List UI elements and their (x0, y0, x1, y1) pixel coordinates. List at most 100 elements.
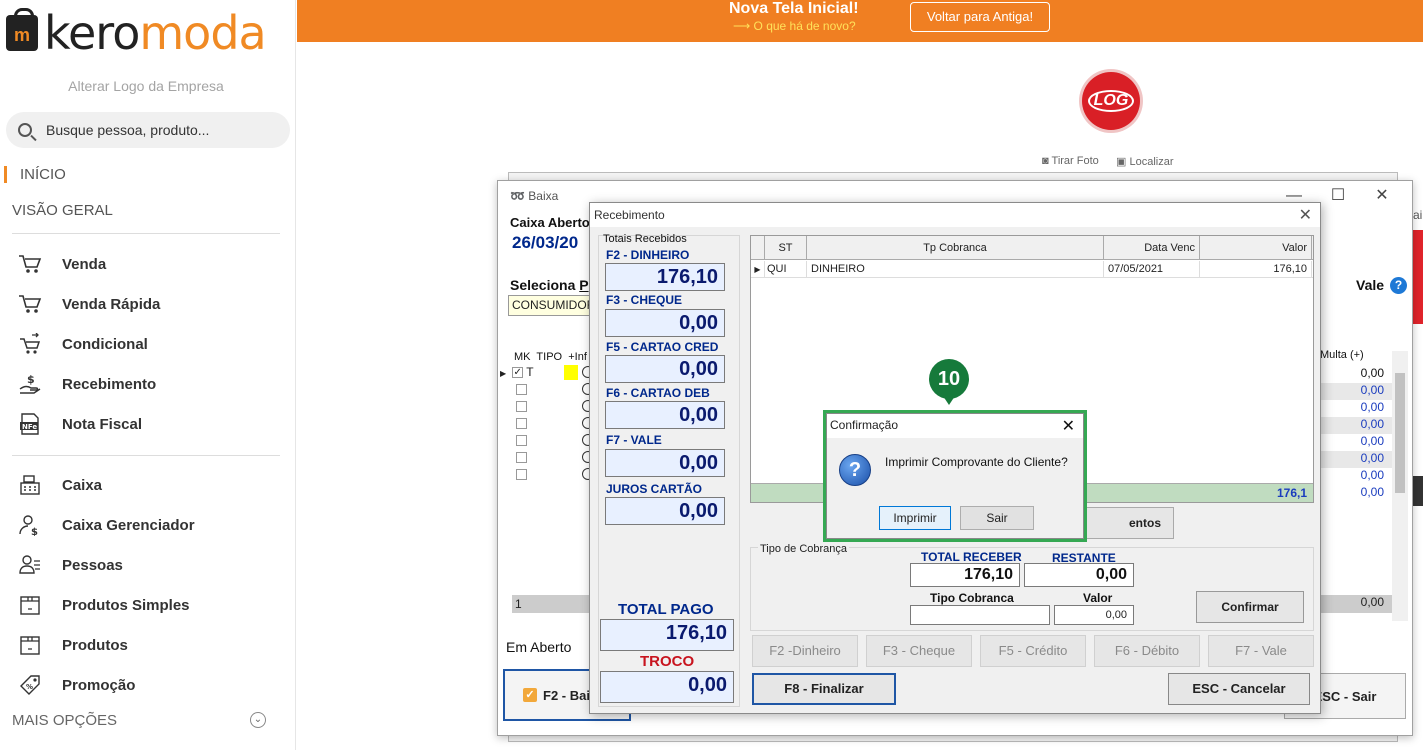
sidebar-item-label: Venda (62, 255, 107, 273)
confirmar-button[interactable]: Confirmar (1196, 591, 1304, 623)
row-checkbox[interactable] (516, 452, 527, 464)
locate-link[interactable]: ▣ Localizar (1116, 155, 1174, 168)
multa-cell: 0,00 (1360, 485, 1384, 499)
baixa-grid-header: MK TIPO +Inf (514, 351, 587, 363)
row-checkbox[interactable] (516, 469, 527, 481)
row-checkbox[interactable] (516, 384, 527, 396)
search-input[interactable] (46, 122, 266, 138)
sidebar-item-visao-geral[interactable]: VISÃO GERAL (12, 202, 113, 219)
juros-cartao-value[interactable]: 0,00 (605, 497, 725, 525)
sidebar-item-condicional[interactable]: Condicional (16, 330, 148, 358)
cheque-label: F3 - CHEQUE (606, 293, 683, 307)
f5-credito-button[interactable]: F5 - Crédito (980, 635, 1086, 667)
sidebar-item-venda-rapida[interactable]: Venda Rápida (16, 290, 160, 318)
take-photo-link[interactable]: ◙ Tirar Foto (1042, 155, 1099, 167)
sidebar-item-pessoas[interactable]: Pessoas (16, 551, 123, 579)
table-row[interactable] (500, 467, 594, 484)
chevron-down-icon[interactable]: ⌄ (250, 712, 266, 728)
svg-text:$: $ (31, 527, 38, 536)
multa-cell: 0,00 (1360, 366, 1384, 380)
sidebar-item-label: Nota Fiscal (62, 415, 143, 433)
lancamentos-button[interactable]: entos (1084, 507, 1174, 539)
col-data-venc[interactable]: Data Venc (1104, 236, 1200, 260)
tipo-cobranca-input[interactable] (910, 605, 1050, 625)
close-icon[interactable]: ✕ (1299, 205, 1312, 225)
multa-cell: 0,00 (1316, 383, 1392, 400)
vale-label: F7 - VALE (606, 433, 662, 447)
sidebar-item-promocao[interactable]: % Promoção (16, 671, 135, 699)
company-logo[interactable]: m kero moda (6, 6, 267, 60)
row-checkbox[interactable]: ✓ (512, 367, 524, 379)
window-title: ➿ Baixa (510, 189, 559, 203)
table-row[interactable] (500, 416, 594, 433)
f6-debito-button[interactable]: F6 - Débito (1094, 635, 1200, 667)
f7-vale-button[interactable]: F7 - Vale (1208, 635, 1314, 667)
help-icon[interactable]: ? (1390, 277, 1407, 294)
cartao-deb-value[interactable]: 0,00 (605, 401, 725, 429)
table-row[interactable]: ▶ QUI DINHEIRO 07/05/2021 176,10 (751, 261, 1313, 278)
table-row[interactable] (500, 399, 594, 416)
f8-finalizar-button[interactable]: F8 - Finalizar (752, 673, 896, 705)
sair-button[interactable]: Sair (960, 506, 1034, 530)
close-icon[interactable]: ✕ (1360, 185, 1404, 205)
imprimir-button[interactable]: Imprimir (879, 506, 951, 530)
cheque-value[interactable]: 0,00 (605, 309, 725, 337)
cell-tp-cobranca: DINHEIRO (807, 261, 1104, 278)
sidebar-item-caixa[interactable]: Caixa (16, 471, 102, 499)
table-row[interactable]: ▶ ✓ T (500, 365, 594, 382)
sidebar-item-inicio[interactable]: INÍCIO (4, 166, 66, 183)
fast-cart-icon (16, 292, 44, 316)
sidebar-item-label: Recebimento (62, 375, 157, 393)
f3-cheque-button[interactable]: F3 - Cheque (866, 635, 972, 667)
tipo-cobranca-label: Tipo Cobranca (930, 591, 1014, 605)
col-tp-cobranca[interactable]: Tp Cobranca (807, 236, 1104, 260)
totals-label: Totais Recebidos (603, 233, 687, 245)
seleciona-label: Seleciona P (510, 277, 589, 293)
vertical-scrollbar[interactable] (1392, 351, 1408, 621)
maximize-icon[interactable]: ☐ (1316, 185, 1360, 205)
scrollbar-thumb[interactable] (1395, 373, 1405, 493)
table-row[interactable] (500, 433, 594, 450)
banner-whats-new-link[interactable]: ⟶ O que há de novo? (733, 19, 856, 33)
col-st[interactable]: ST (765, 236, 807, 260)
search-box[interactable] (6, 112, 290, 148)
dinheiro-value[interactable]: 176,10 (605, 263, 725, 291)
troco-value: 0,00 (600, 671, 734, 703)
valor-input[interactable]: 0,00 (1054, 605, 1134, 625)
back-to-old-button[interactable]: Voltar para Antiga! (910, 2, 1050, 32)
restante-value: 0,00 (1024, 563, 1134, 587)
total-receber-value: 176,10 (910, 563, 1020, 587)
row-checkbox[interactable] (516, 401, 527, 413)
background-text: ai (1413, 208, 1423, 222)
background-decoration (1413, 476, 1423, 506)
f2-dinheiro-button[interactable]: F2 -Dinheiro (752, 635, 858, 667)
vale-value[interactable]: 0,00 (605, 449, 725, 477)
sidebar-item-caixa-gerenciador[interactable]: $ Caixa Gerenciador (16, 511, 195, 539)
sidebar-item-nota-fiscal[interactable]: NFe Nota Fiscal (16, 410, 142, 438)
grid-total: 176,1 (1276, 486, 1307, 500)
sidebar-item-label: Produtos (62, 636, 128, 654)
alter-logo-link[interactable]: Alterar Logo da Empresa (0, 78, 292, 94)
dialog-body: Confirmação ✕ ? Imprimir Comprovante do … (826, 413, 1084, 539)
sidebar-item-venda[interactable]: Venda (16, 250, 106, 278)
sidebar-item-recebimento[interactable]: $ Recebimento (16, 370, 156, 398)
row-pointer-icon: ▶ (751, 261, 765, 278)
table-row[interactable] (500, 382, 594, 399)
multa-cell: 0,00 (1360, 468, 1384, 482)
svg-text:$: $ (27, 373, 35, 386)
sidebar-mais-opcoes[interactable]: MAIS OPÇÕES (12, 712, 117, 729)
col-valor[interactable]: Valor (1200, 236, 1312, 260)
cell-st: QUI (765, 261, 807, 278)
cartao-deb-label: F6 - CARTAO DEB (606, 386, 710, 400)
cartao-cred-value[interactable]: 0,00 (605, 355, 725, 383)
sidebar-item-produtos-simples[interactable]: Produtos Simples (16, 591, 190, 619)
row-checkbox[interactable] (516, 418, 527, 430)
table-row[interactable] (500, 450, 594, 467)
close-icon[interactable]: ✕ (1062, 416, 1075, 436)
sidebar-item-produtos[interactable]: Produtos (16, 631, 128, 659)
row-checkbox[interactable] (516, 435, 527, 447)
banner-title: Nova Tela Inicial! (729, 0, 859, 17)
esc-cancelar-button[interactable]: ESC - Cancelar (1168, 673, 1310, 705)
sidebar-divider (12, 233, 280, 234)
horizontal-scrollbar[interactable] (512, 595, 592, 613)
